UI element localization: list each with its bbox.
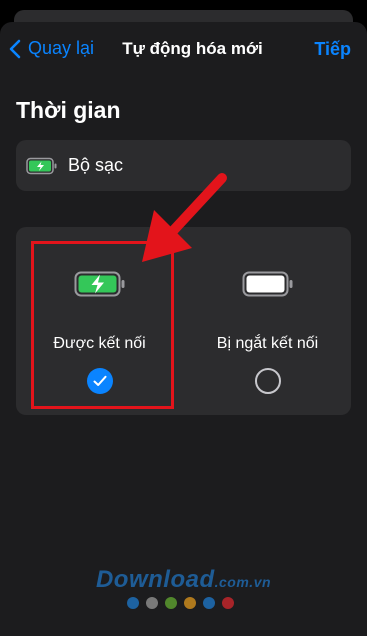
checkmark-unselected[interactable] — [254, 368, 281, 394]
battery-charging-icon — [26, 157, 57, 174]
navigation-bar: Quay lại Tự động hóa mới Tiếp — [0, 22, 367, 74]
watermark-dot — [203, 597, 215, 609]
next-button[interactable]: Tiếp — [314, 39, 351, 60]
watermark-dot — [127, 597, 139, 609]
page-title: Tự động hóa mới — [122, 39, 263, 58]
watermark-suffix: .com.vn — [214, 574, 272, 590]
watermark-dot — [146, 597, 158, 609]
watermark-dot — [184, 597, 196, 609]
battery-full-icon — [242, 271, 292, 297]
option-disconnected-label: Bị ngắt kết nối — [216, 335, 319, 352]
section-title: Thời gian — [16, 97, 121, 123]
watermark-dot — [165, 597, 177, 609]
watermark-logo: Download.com.vn — [0, 566, 367, 594]
watermark-dots — [127, 597, 241, 609]
watermark-dot — [222, 597, 234, 609]
trigger-label: Bộ sạc — [68, 155, 124, 175]
watermark-brand: Download — [95, 566, 215, 593]
red-arrow-annotation-icon — [142, 173, 227, 262]
